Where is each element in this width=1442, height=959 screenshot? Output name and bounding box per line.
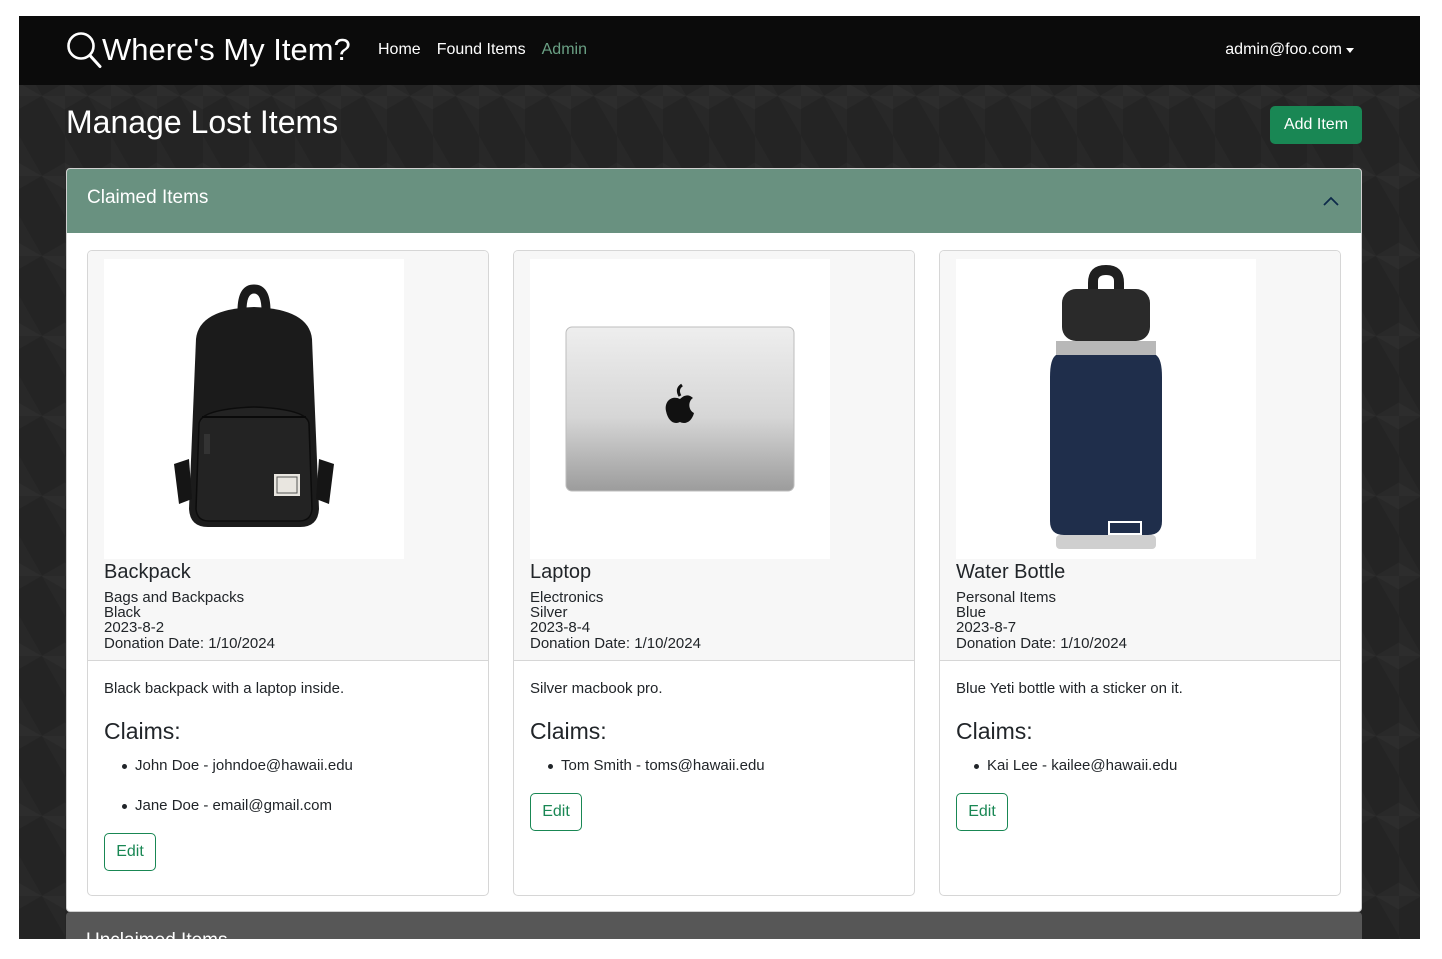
unclaimed-items-title: Unclaimed Items xyxy=(86,930,228,939)
caret-down-icon xyxy=(1346,47,1354,53)
item-name: Laptop xyxy=(530,561,592,583)
unclaimed-items-header[interactable]: Unclaimed Items xyxy=(66,912,1362,939)
item-donation-date: Donation Date: 1/10/2024 xyxy=(956,635,1127,652)
item-date: 2023-8-4 xyxy=(530,619,591,636)
item-meta: Electronics Silver 2023-8-4 Donation Dat… xyxy=(530,590,701,652)
item-description: Black backpack with a laptop inside. xyxy=(104,680,345,697)
claims-heading: Claims: xyxy=(530,718,607,744)
item-card-backpack: Backpack Bags and Backpacks Black 2023-8… xyxy=(87,250,489,896)
claim-item: Jane Doe - email@gmail.com xyxy=(104,796,353,836)
claim-item: Tom Smith - toms@hawaii.edu xyxy=(530,756,765,796)
item-date: 2023-8-2 xyxy=(104,619,165,636)
item-color: Silver xyxy=(530,604,568,621)
card-header: Laptop Electronics Silver 2023-8-4 Donat… xyxy=(514,251,914,661)
claimed-items-accordion: Claimed Items Backpack Bags and Backpack… xyxy=(66,168,1362,912)
nav-link-admin[interactable]: Admin xyxy=(542,41,587,59)
nav-links: Home Found Items Admin xyxy=(378,41,603,59)
card-header: Water Bottle Personal Items Blue 2023-8-… xyxy=(940,251,1340,661)
item-meta: Personal Items Blue 2023-8-7 Donation Da… xyxy=(956,590,1127,652)
user-dropdown[interactable]: admin@foo.com xyxy=(1225,41,1354,59)
search-icon xyxy=(67,32,102,68)
claims-list: Tom Smith - toms@hawaii.edu xyxy=(530,756,765,796)
edit-button[interactable]: Edit xyxy=(530,793,582,831)
item-color: Black xyxy=(104,604,141,621)
water-bottle-image xyxy=(956,259,1256,559)
claimed-items-header[interactable]: Claimed Items xyxy=(67,169,1361,233)
card-header: Backpack Bags and Backpacks Black 2023-8… xyxy=(88,251,488,661)
claim-item: Kai Lee - kailee@hawaii.edu xyxy=(956,756,1177,796)
item-name: Backpack xyxy=(104,561,191,583)
claim-item: John Doe - johndoe@hawaii.edu xyxy=(104,756,353,796)
edit-button[interactable]: Edit xyxy=(104,833,156,871)
item-donation-date: Donation Date: 1/10/2024 xyxy=(530,635,701,652)
edit-button[interactable]: Edit xyxy=(956,793,1008,831)
claims-list: John Doe - johndoe@hawaii.edu Jane Doe -… xyxy=(104,756,353,836)
item-category: Personal Items xyxy=(956,589,1057,606)
claims-heading: Claims: xyxy=(104,718,181,744)
backpack-image xyxy=(104,259,404,559)
claims-list: Kai Lee - kailee@hawaii.edu xyxy=(956,756,1177,796)
item-category: Electronics xyxy=(530,589,604,606)
item-color: Blue xyxy=(956,604,987,621)
item-description: Silver macbook pro. xyxy=(530,680,663,697)
item-name: Water Bottle xyxy=(956,561,1066,583)
laptop-image xyxy=(530,259,830,559)
item-card-water-bottle: Water Bottle Personal Items Blue 2023-8-… xyxy=(939,250,1341,896)
nav-link-home[interactable]: Home xyxy=(378,41,421,59)
brand-name: Where's My Item? xyxy=(102,32,351,67)
user-email: admin@foo.com xyxy=(1225,41,1342,58)
item-date: 2023-8-7 xyxy=(956,619,1017,636)
claimed-items-title: Claimed Items xyxy=(87,187,209,208)
item-meta: Bags and Backpacks Black 2023-8-2 Donati… xyxy=(104,590,275,652)
navbar: Where's My Item? Home Found Items Admin … xyxy=(19,16,1420,85)
item-category: Bags and Backpacks xyxy=(104,589,245,606)
brand-link[interactable]: Where's My Item? xyxy=(66,30,351,70)
item-donation-date: Donation Date: 1/10/2024 xyxy=(104,635,275,652)
item-description: Blue Yeti bottle with a sticker on it. xyxy=(956,680,1183,697)
nav-link-found-items[interactable]: Found Items xyxy=(437,41,526,59)
add-item-button[interactable]: Add Item xyxy=(1270,106,1362,144)
app-frame: Where's My Item? Home Found Items Admin … xyxy=(19,16,1420,939)
chevron-up-icon xyxy=(1323,196,1339,206)
item-card-laptop: Laptop Electronics Silver 2023-8-4 Donat… xyxy=(513,250,915,896)
claims-heading: Claims: xyxy=(956,718,1033,744)
page-title: Manage Lost Items xyxy=(66,104,339,140)
